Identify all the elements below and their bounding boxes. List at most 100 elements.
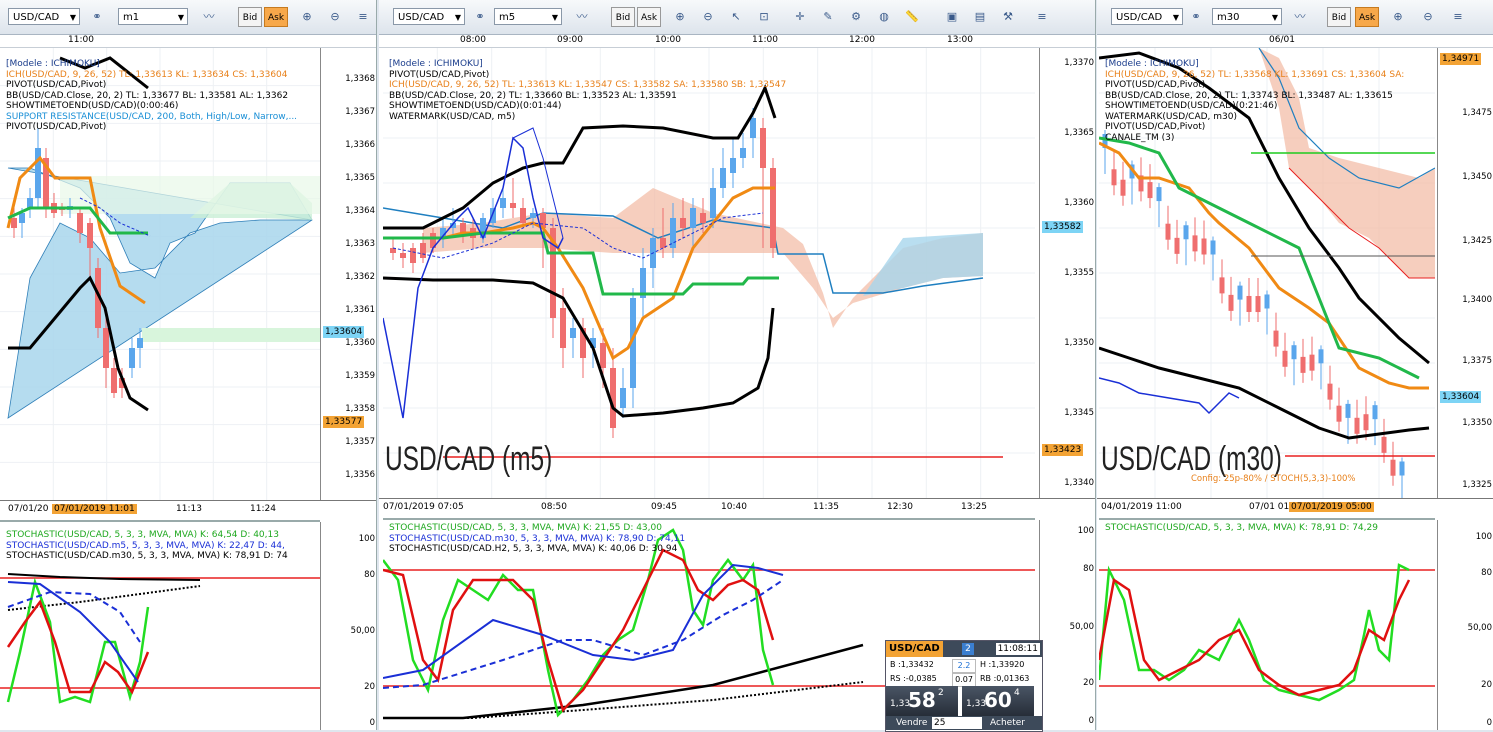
- zoom-area-icon[interactable]: ⊡: [753, 7, 775, 27]
- symbol-select[interactable]: USD/CAD ▼: [393, 8, 465, 25]
- candle-body: [1381, 436, 1387, 453]
- zoom-out-icon[interactable]: ⊖: [697, 7, 719, 27]
- stochastic-plot-svg: [1099, 563, 1435, 702]
- chevron-down-icon: ▼: [1172, 13, 1179, 22]
- candle-body: [570, 328, 576, 338]
- bid-button[interactable]: Bid: [611, 7, 635, 27]
- candle-body: [1345, 403, 1351, 418]
- time-label: 11:13: [176, 504, 202, 514]
- ask-button[interactable]: Ask: [264, 7, 288, 27]
- price-axis[interactable]: 1,3475 1,3450 1,3425 1,3400 1,3375 1,335…: [1437, 48, 1493, 498]
- indicator-legend: [Modele : ICHIMOKU] ICH(USD/CAD, 9, 26, …: [1105, 59, 1404, 143]
- stoch-tick: 50,00: [1467, 623, 1492, 633]
- time-label: 09:00: [557, 35, 583, 45]
- trade-panel-header: USD/CAD 2 11:08:11: [886, 641, 1042, 657]
- cursor-time-label: 07/01/2019 11:01: [52, 504, 137, 514]
- stochastic-axis: 100 80 50,00 20 0: [1039, 520, 1095, 730]
- chart-type-icon[interactable]: 〰: [198, 7, 220, 27]
- ask-button[interactable]: Ask: [1355, 7, 1379, 27]
- period-select[interactable]: m30 ▼: [1212, 8, 1282, 25]
- candle-body: [35, 148, 41, 198]
- stoch-tick: 100: [1077, 526, 1094, 536]
- candle-body: [760, 128, 766, 168]
- crosshair-icon[interactable]: ✛: [789, 7, 811, 27]
- indicator-icon[interactable]: ⚙: [845, 7, 867, 27]
- candle-body: [400, 253, 406, 258]
- candle-body: [111, 368, 117, 393]
- legend-line: BB(USD/CAD.Close, 20, 2) TL: 1,33743 BL:…: [1105, 90, 1393, 101]
- candle-body: [680, 218, 686, 228]
- candle-body: [1156, 187, 1162, 202]
- time-label: 11:00: [68, 35, 94, 45]
- price-tick: 1,3340: [1064, 478, 1094, 488]
- candle-body: [1390, 459, 1396, 476]
- menu-icon[interactable]: ≡: [1031, 7, 1053, 27]
- zoom-in-icon[interactable]: ⊕: [296, 7, 318, 27]
- price-axis[interactable]: 1,3368 1,3367 1,3366 1,3365 1,3364 1,336…: [320, 48, 376, 500]
- chart-type-icon[interactable]: 〰: [1289, 7, 1311, 27]
- time-label: 04/01/2019 11:00: [1101, 502, 1182, 512]
- candle-body: [129, 348, 135, 368]
- candle-body: [11, 218, 17, 228]
- menu-icon[interactable]: ≡: [1447, 7, 1469, 27]
- buy-button[interactable]: 1,33 60 4: [962, 686, 1034, 716]
- stoch-tick: 80: [1083, 564, 1094, 574]
- candle-body: [520, 208, 526, 223]
- candle-body: [420, 243, 426, 258]
- bid-button[interactable]: Bid: [238, 7, 262, 27]
- link-icon[interactable]: ⚭: [469, 7, 491, 27]
- support-zone: [142, 328, 320, 342]
- price-chart[interactable]: [Modele : ICHIMOKU] PIVOT(USD/CAD,Pivot)…: [383, 48, 1035, 498]
- zoom-in-icon[interactable]: ⊕: [1387, 7, 1409, 27]
- zoom-in-icon[interactable]: ⊕: [669, 7, 691, 27]
- bid-button[interactable]: Bid: [1327, 7, 1351, 27]
- stoch-m30-d: [383, 579, 784, 689]
- image-icon[interactable]: ▣: [941, 7, 963, 27]
- edit-icon[interactable]: ✎: [817, 7, 839, 27]
- price-axis[interactable]: 1,3370 1,3365 1,3360 1,3355 1,3350 1,334…: [1039, 48, 1095, 498]
- stochastic-chart[interactable]: STOCHASTIC(USD/CAD, 5, 3, 3, MVA, MVA) K…: [1099, 518, 1435, 730]
- candle-body: [720, 168, 726, 188]
- period-label: m1: [123, 12, 140, 23]
- candle-body: [710, 188, 716, 218]
- price-chart[interactable]: [Modele : ICHIMOKU] ICH(USD/CAD, 9, 26, …: [0, 48, 320, 500]
- legend-line: STOCHASTIC(USD/CAD.H2, 5, 3, 3, MVA, MVA…: [389, 544, 678, 554]
- ask-button[interactable]: Ask: [637, 7, 661, 27]
- price-tick: 1,3350: [1064, 338, 1094, 348]
- tools-icon[interactable]: ⚒: [997, 7, 1019, 27]
- candle-body: [410, 248, 416, 263]
- template-icon[interactable]: ▤: [969, 7, 991, 27]
- stoch-tick: 100: [358, 534, 375, 544]
- cursor-time-label: 07/01/2019 05:00: [1289, 502, 1374, 512]
- link-icon[interactable]: ⚭: [86, 7, 108, 27]
- price-tick: 1,3366: [345, 140, 375, 150]
- period-select[interactable]: m5 ▼: [494, 8, 562, 25]
- globe-icon[interactable]: ◍: [873, 7, 895, 27]
- sell-button[interactable]: 1,33 58 2: [886, 686, 958, 716]
- time-label: 08:00: [460, 35, 486, 45]
- cursor-icon[interactable]: ↖: [725, 7, 747, 27]
- stoch-tick: 50,00: [1069, 622, 1094, 632]
- quantity-input[interactable]: 25: [932, 717, 982, 729]
- price-chart[interactable]: [Modele : ICHIMOKU] ICH(USD/CAD, 9, 26, …: [1099, 48, 1435, 498]
- sell-price-main: 58: [908, 688, 936, 712]
- price-tick: 1,3450: [1462, 172, 1492, 182]
- stochastic-chart[interactable]: STOCHASTIC(USD/CAD, 5, 3, 3, MVA, MVA) K…: [0, 520, 320, 730]
- config-note: Config: 25p-80% / STOCH(5,3,3)-100%: [1191, 474, 1356, 484]
- price-tick: 1,3361: [345, 305, 375, 315]
- legend-line: SHOWTIMETOEND(USD/CAD)(0:00:46): [6, 101, 179, 111]
- symbol-select[interactable]: USD/CAD ▼: [8, 8, 80, 25]
- link-icon[interactable]: ⚭: [1185, 7, 1207, 27]
- zoom-out-icon[interactable]: ⊖: [324, 7, 346, 27]
- time-label: 10:00: [655, 35, 681, 45]
- zoom-out-icon[interactable]: ⊖: [1417, 7, 1439, 27]
- legend-line: PIVOT(USD/CAD,Pivot): [1105, 122, 1206, 132]
- candle-body: [1183, 225, 1189, 240]
- menu-icon[interactable]: ≡: [352, 7, 374, 27]
- period-select[interactable]: m1 ▼: [118, 8, 188, 25]
- stoch-tick: 20: [1083, 678, 1094, 688]
- ruler-icon[interactable]: 📏: [901, 7, 923, 27]
- symbol-select[interactable]: USD/CAD ▼: [1111, 8, 1183, 25]
- chart-type-icon[interactable]: 〰: [571, 7, 593, 27]
- stoch-tick: 0: [1486, 718, 1492, 728]
